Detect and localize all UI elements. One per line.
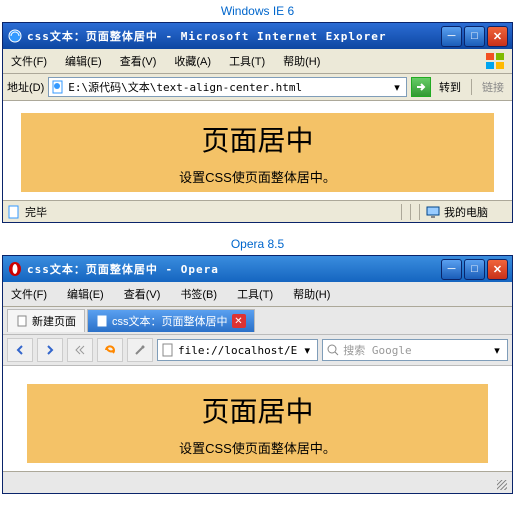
ie-statusbar: 完毕 我的电脑 [3,200,512,222]
maximize-button[interactable]: □ [464,259,485,280]
address-dropdown[interactable]: ▾ [390,81,404,94]
page-icon [51,80,65,94]
document-icon [161,343,175,357]
windows-logo-icon [484,51,508,71]
minimize-button[interactable]: ─ [441,259,462,280]
opera-navbar: file://localhost/E ▾ 搜索 Google ▾ [3,335,512,366]
page-banner: 页面居中 设置CSS使页面整体居中。 [27,384,488,463]
search-placeholder: 搜索 Google [340,342,490,358]
reload-icon [103,343,117,357]
page-banner: 页面居中 设置CSS使页面整体居中。 [21,113,494,192]
document-icon [16,315,28,327]
opera-statusbar [3,471,512,493]
ie-addressbar: 地址(D) E:\源代码\文本\text-align-center.html ▾… [3,74,512,101]
opera-content: 页面居中 设置CSS使页面整体居中。 [3,366,512,471]
address-text: E:\源代码\文本\text-align-center.html [65,79,390,95]
menu-view[interactable]: 查看(V) [120,284,165,304]
ie-title: css文本：页面整体居中 - Microsoft Internet Explor… [27,28,441,44]
ie-titlebar[interactable]: css文本：页面整体居中 - Microsoft Internet Explor… [3,23,512,49]
home-button[interactable] [127,338,153,362]
menu-edit[interactable]: 编辑(E) [61,51,106,71]
arrow-right-icon [415,81,427,93]
search-input[interactable]: 搜索 Google ▾ [322,339,508,361]
page-subtext: 设置CSS使页面整体居中。 [27,438,488,457]
opera-caption: Opera 8.5 [0,233,515,255]
opera-icon [7,261,23,277]
status-done: 完毕 [25,204,395,220]
url-dropdown[interactable]: ▾ [300,344,314,357]
opera-window: css文本：页面整体居中 - Opera ─ □ ✕ 文件(F) 编辑(E) 查… [2,255,513,494]
menu-edit[interactable]: 编辑(E) [63,284,108,304]
tab-active-label: css文本：页面整体居中 [112,313,228,329]
ie-content: 页面居中 设置CSS使页面整体居中。 [3,101,512,200]
menu-tools[interactable]: 工具(T) [233,284,277,304]
document-icon [96,315,108,327]
menu-tools[interactable]: 工具(T) [225,51,269,71]
ie-window: css文本：页面整体居中 - Microsoft Internet Explor… [2,22,513,223]
ie-menubar: 文件(F) 编辑(E) 查看(V) 收藏(A) 工具(T) 帮助(H) [3,49,512,74]
page-done-icon [7,205,21,219]
menu-favorites[interactable]: 收藏(A) [170,51,215,71]
tab-close-button[interactable]: ✕ [232,314,246,328]
close-button[interactable]: ✕ [487,26,508,47]
address-input[interactable]: E:\源代码\文本\text-align-center.html ▾ [48,77,407,97]
opera-menubar: 文件(F) 编辑(E) 查看(V) 书签(B) 工具(T) 帮助(H) [3,282,512,307]
opera-titlebar[interactable]: css文本：页面整体居中 - Opera ─ □ ✕ [3,256,512,282]
rewind-icon [73,343,87,357]
ie-icon [7,28,23,44]
rewind-button[interactable] [67,338,93,362]
address-label: 地址(D) [7,79,44,95]
ie-caption: Windows IE 6 [0,0,515,22]
menu-view[interactable]: 查看(V) [116,51,161,71]
close-button[interactable]: ✕ [487,259,508,280]
url-input[interactable]: file://localhost/E ▾ [157,339,318,361]
page-heading: 页面居中 [27,390,488,430]
go-label: 转到 [435,79,465,95]
reload-button[interactable] [97,338,123,362]
tab-new-page[interactable]: 新建页面 [7,309,85,332]
menu-bookmarks[interactable]: 书签(B) [176,284,221,304]
go-button[interactable] [411,77,431,97]
search-dropdown[interactable]: ▾ [490,344,504,357]
tab-active[interactable]: css文本：页面整体居中 ✕ [87,309,255,332]
arrow-right-icon [43,343,57,357]
menu-help[interactable]: 帮助(H) [289,284,334,304]
menu-file[interactable]: 文件(F) [7,51,51,71]
maximize-button[interactable]: □ [464,26,485,47]
wand-icon [133,343,147,357]
page-subtext: 设置CSS使页面整体居中。 [21,167,494,186]
opera-title: css文本：页面整体居中 - Opera [27,261,441,277]
forward-button[interactable] [37,338,63,362]
page-heading: 页面居中 [21,119,494,159]
arrow-left-icon [13,343,27,357]
minimize-button[interactable]: ─ [441,26,462,47]
url-text: file://localhost/E [175,344,300,357]
opera-tabbar: 新建页面 css文本：页面整体居中 ✕ [3,307,512,335]
menu-help[interactable]: 帮助(H) [279,51,324,71]
search-icon [326,343,340,357]
computer-icon [426,205,440,219]
status-zone: 我的电脑 [444,204,488,220]
links-label[interactable]: 链接 [478,79,508,95]
resize-grip[interactable] [492,475,508,491]
tab-new-label: 新建页面 [32,313,76,329]
menu-file[interactable]: 文件(F) [7,284,51,304]
back-button[interactable] [7,338,33,362]
